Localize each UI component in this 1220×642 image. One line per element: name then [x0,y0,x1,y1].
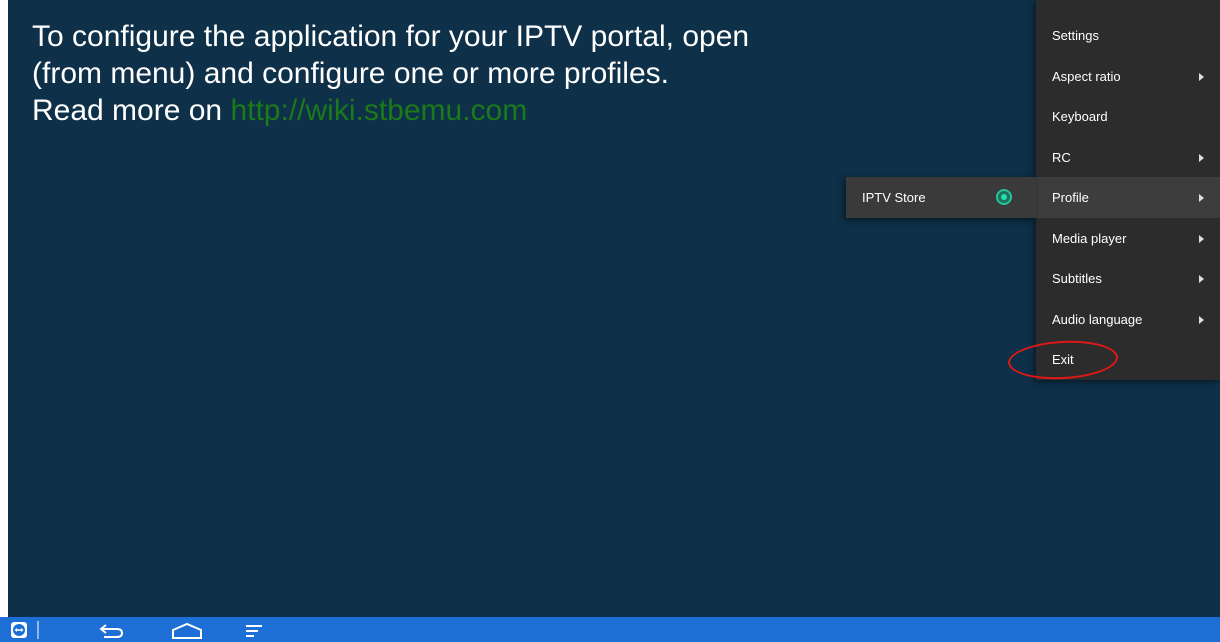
welcome-message: To configure the application for your IP… [32,18,749,129]
menu-item-label: Subtitles [1052,271,1102,286]
menu-item-label: Aspect ratio [1052,69,1121,84]
teamviewer-icon[interactable] [10,621,28,639]
message-line-3-prefix: Read more on [32,94,231,127]
menu-item-label: Settings [1052,28,1099,43]
chevron-right-icon [1199,72,1204,81]
message-line-3: Read more on http://wiki.stbemu.com [32,92,749,129]
message-line-1: To configure the application for your IP… [32,20,750,53]
profile-submenu[interactable]: IPTV Store [846,177,1036,218]
menu-item-label: RC [1052,150,1071,165]
app-screen: To configure the application for your IP… [8,0,1220,617]
chevron-right-icon [1199,315,1204,324]
chevron-right-icon [1199,234,1204,243]
back-icon[interactable] [98,621,124,639]
nav-divider [37,621,39,639]
menu-item-rc[interactable]: RC [1036,137,1220,178]
wiki-link[interactable]: http://wiki.stbemu.com [230,94,527,127]
submenu-item-iptv-store[interactable]: IPTV Store [862,190,926,205]
options-menu: Settings Aspect ratio Keyboard RC Profil… [1036,0,1220,380]
menu-item-aspect-ratio[interactable]: Aspect ratio [1036,56,1220,97]
chevron-right-icon [1199,274,1204,283]
android-nav-bar [0,617,1220,642]
chevron-right-icon [1199,153,1204,162]
menu-item-profile[interactable]: Profile [1036,177,1220,218]
menu-item-label: Profile [1052,190,1089,205]
menu-item-label: Media player [1052,231,1127,246]
menu-item-media-player[interactable]: Media player [1036,218,1220,259]
menu-item-audio-language[interactable]: Audio language [1036,299,1220,340]
message-line-2: (from menu) and configure one or more pr… [32,57,669,90]
menu-item-keyboard[interactable]: Keyboard [1036,96,1220,137]
radio-selected-icon[interactable] [996,189,1012,205]
chevron-right-icon [1199,193,1204,202]
menu-item-label: Keyboard [1052,109,1108,124]
menu-item-label: Audio language [1052,312,1143,327]
menu-item-settings[interactable]: Settings [1036,15,1220,56]
home-icon[interactable] [170,621,204,639]
menu-item-subtitles[interactable]: Subtitles [1036,258,1220,299]
menu-icon[interactable] [244,621,266,639]
